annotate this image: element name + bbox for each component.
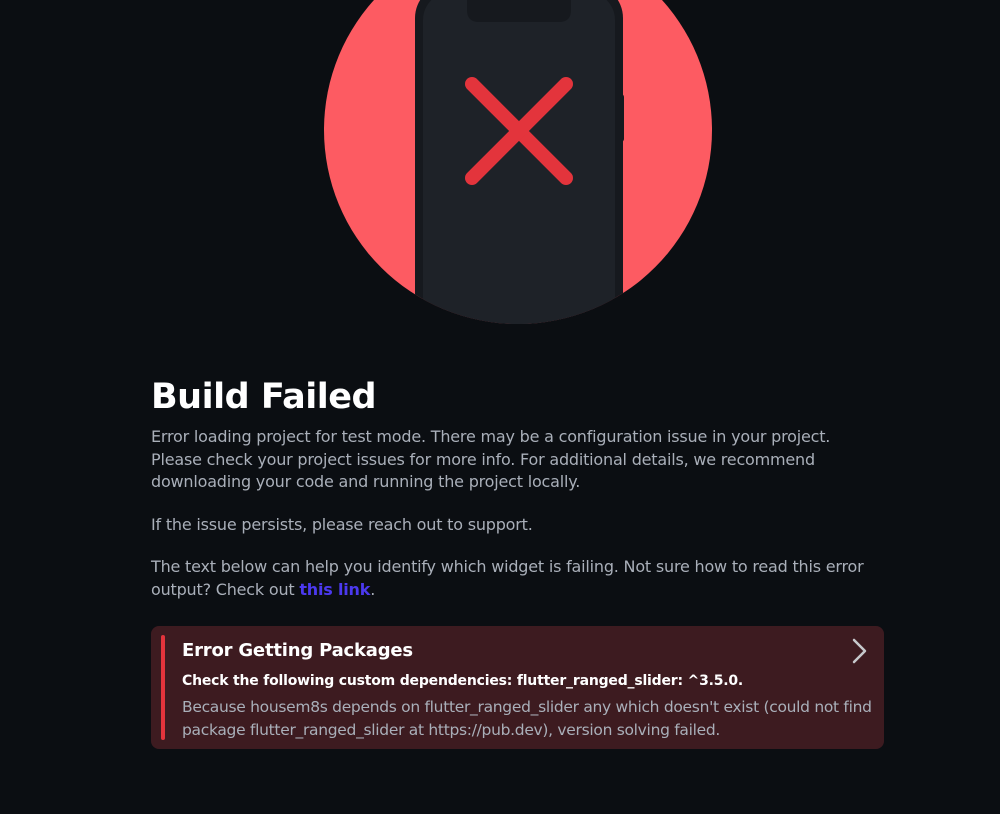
help-link[interactable]: this link — [299, 580, 370, 599]
help-text-after: . — [370, 579, 376, 599]
error-card[interactable]: Error Getting Packages Check the followi… — [151, 626, 884, 749]
error-title: Error Getting Packages — [182, 640, 413, 661]
phone-screen — [423, 0, 615, 324]
error-dependencies: Check the following custom dependencies:… — [182, 673, 744, 689]
build-failed-page: Build Failed Error loading project for t… — [0, 0, 1000, 814]
error-accent-bar — [161, 635, 165, 740]
error-message: Error loading project for test mode. The… — [151, 427, 831, 491]
page-title: Build Failed — [151, 377, 377, 417]
support-note: If the issue persists, please reach out … — [151, 514, 533, 534]
main-content: Build Failed Error loading project for t… — [151, 374, 885, 601]
error-detail: Because housem8s depends on flutter_rang… — [182, 698, 872, 739]
chevron-right-icon[interactable] — [850, 637, 870, 665]
phone-error-icon — [324, 0, 712, 324]
help-text: The text below can help you identify whi… — [151, 556, 885, 601]
help-text-before: The text below can help you identify whi… — [151, 557, 864, 599]
phone-notch — [467, 0, 571, 22]
